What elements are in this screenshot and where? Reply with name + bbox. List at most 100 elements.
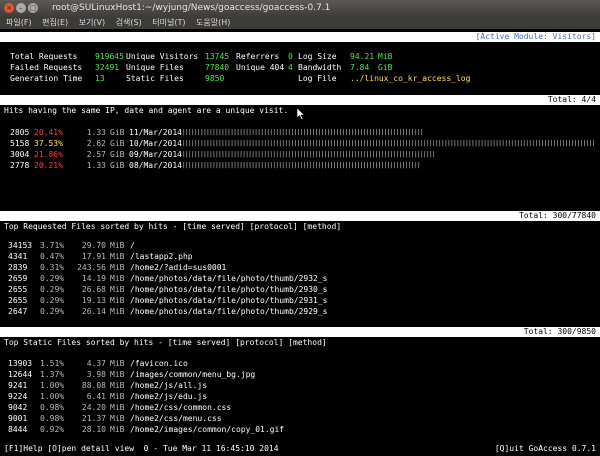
maximize-button[interactable]: □ (28, 3, 38, 13)
referrers-value: 0 (288, 52, 293, 61)
static-path: /home2/css/menu.css (130, 414, 222, 423)
requested-bandwidth: 26.14 (81, 307, 106, 316)
visitor-bandwidth: 2.62 (86, 139, 106, 148)
static-bandwidth-unit: MiB (110, 414, 125, 423)
log-size-label: Log Size (298, 52, 337, 61)
menu-bar: 파일(F) 편집(E) 보기(V) 검색(S) 터미널(T) 도움말(H) (0, 17, 600, 29)
visitors-description: Hits having the same IP, date and agent … (4, 106, 289, 115)
static-hits: 13903 (8, 359, 33, 368)
static-bandwidth-unit: MiB (110, 370, 125, 379)
static-path: /home2/images/common/copy_01.gif (130, 425, 285, 434)
static-row[interactable]: 9224 1.00% 6.41 MiB/home2/js/edu.js (0, 392, 600, 402)
requested-row[interactable]: 2655 0.29% 19.13 MiB/home/photos/data/file/… (0, 296, 600, 306)
static-bandwidth-unit: MiB (110, 392, 125, 401)
dashboard-title: General Dashboard - Overall Analyzed Req… (4, 42, 221, 51)
static-hits: 9042 (8, 403, 28, 412)
requested-bandwidth: 14.19 (81, 274, 106, 283)
menu-help[interactable]: 도움말(H) (196, 18, 230, 27)
static-bandwidth-unit: MiB (110, 381, 125, 390)
requested-path: /home/photos/data/file/photo/thumb/2932_… (130, 274, 328, 283)
static-row[interactable]: 8444 0.92% 28.10 MiB/home2/images/common/co… (0, 425, 600, 435)
visitor-row[interactable]: 3004 21.86% 2.57 GiB 09/Mar/2014 ||||||||||||… (0, 150, 600, 160)
requested-percent: 0.31% (40, 263, 65, 272)
visitor-date: 10/Mar/2014 (129, 139, 182, 148)
visitor-bandwidth: 1.33 (86, 128, 106, 137)
requested-percent: 0.47% (40, 252, 65, 261)
static-bandwidth: 21.37 (81, 414, 106, 423)
static-bandwidth-unit: MiB (110, 425, 125, 434)
static-row[interactable]: 9001 0.98% 21.37 MiB/home2/css/menu.css (0, 414, 600, 424)
terminal-area[interactable]: General Dashboard - Overall Analyzed Req… (0, 29, 600, 456)
visitor-hits: 5158 (10, 139, 30, 148)
static-path: /home2/css/common.css (130, 403, 232, 412)
total-requests-value: 919645 (95, 52, 124, 61)
requested-description: Top Requested Files sorted by hits - [ti… (4, 222, 342, 231)
visitor-row[interactable]: 2805 20.41% 1.33 GiB 11/Mar/2014 ||||||||||||… (0, 128, 600, 138)
visitor-row[interactable]: 5158 37.53% 2.62 GiB 10/Mar/2014 ||||||||||||… (0, 139, 600, 149)
visitors-panel-header[interactable]: 1 - Unique visitors per day - Including … (0, 95, 600, 114)
unique-files-value: 77840 (205, 63, 230, 72)
menu-edit[interactable]: 편집(E) (42, 18, 68, 27)
requested-bandwidth-unit: MiB (110, 296, 125, 305)
visitor-row[interactable]: 2778 20.21% 1.33 GiB 08/Mar/2014 ||||||||||||… (0, 161, 600, 171)
failed-requests-value: 32491 (95, 63, 120, 72)
log-size-unit: MiB (378, 52, 393, 61)
window-title: root@SULinuxHost1:~/wyjung/News/goaccess… (52, 3, 331, 13)
static-bandwidth: 88.08 (81, 381, 106, 390)
requested-percent: 0.29% (40, 307, 65, 316)
static-panel-header[interactable]: 3 - Requested static files (e.g., png, j… (0, 327, 600, 346)
unique-visitors-label: Unique Visitors (126, 52, 199, 61)
static-row[interactable]: 12644 1.37% 3.98 MiB/images/common/menu_bg.… (0, 370, 600, 380)
static-row[interactable]: 9042 0.98% 24.20 MiB/home2/css/common.css (0, 403, 600, 413)
footer-help: [F1]Help [O]pen detail view 0 - Tue Mar … (4, 444, 279, 453)
requested-hits: 2659 (8, 274, 28, 283)
bandwidth-label: Bandwidth (298, 63, 342, 72)
footer-quit: [Q]uit GoAccess 0.7.1 (494, 444, 596, 453)
visitor-bar: ||||||||||||||||||||||||||||||||||||||||… (182, 140, 596, 147)
stats-row-3: Generation Time 13 Static Files 9850 Log… (0, 74, 600, 84)
requested-row[interactable]: 4341 0.47% 17.91 MiB/lastapp2.php (0, 252, 600, 262)
close-button[interactable]: × (4, 3, 14, 13)
menu-view[interactable]: 보기(V) (79, 18, 105, 27)
static-bandwidth: 6.41 (86, 392, 106, 401)
menu-terminal[interactable]: 터미널(T) (152, 18, 185, 27)
static-percent: 1.37% (40, 370, 65, 379)
requested-panel-header[interactable]: 2 - Requested files (Pages-URL) Total: 3… (0, 211, 600, 230)
static-percent: 0.98% (40, 414, 65, 423)
requested-bandwidth-unit: MiB (110, 241, 125, 250)
menu-search[interactable]: 검색(S) (116, 18, 142, 27)
requested-bandwidth: 26.68 (81, 285, 106, 294)
minimize-button[interactable]: – (16, 3, 26, 13)
requested-percent: 0.29% (40, 296, 65, 305)
visitor-bar: ||||||||||||||||||||||||||||||||||||||||… (182, 162, 421, 169)
static-path: /favicon.ico (130, 359, 188, 368)
requested-bandwidth: 243.56 (77, 263, 106, 272)
requested-row[interactable]: 2659 0.29% 14.19 MiB/home/photos/data/file/… (0, 274, 600, 284)
menu-file[interactable]: 파일(F) (6, 18, 32, 27)
requested-bandwidth: 29.70 (81, 241, 106, 250)
static-row[interactable]: 13903 1.51% 4.37 MiB/favicon.ico (0, 359, 600, 369)
static-hits: 9241 (8, 381, 28, 390)
requested-hits: 34153 (8, 241, 33, 250)
requested-percent: 0.29% (40, 274, 65, 283)
visitor-hits: 3004 (10, 150, 30, 159)
visitor-bandwidth: 2.57 (86, 150, 106, 159)
visitor-hits: 2805 (10, 128, 30, 137)
log-file-label: Log File (298, 74, 337, 83)
static-row[interactable]: 9241 1.00% 88.08 MiB/home2/js/all.js (0, 381, 600, 391)
requested-row[interactable]: 2647 0.29% 26.14 MiB/home/photos/data/file/… (0, 307, 600, 317)
log-size-value: 94.21 (350, 52, 375, 61)
visitor-bar: ||||||||||||||||||||||||||||||||||||||||… (182, 129, 424, 136)
requested-percent: 3.71% (40, 241, 65, 250)
requested-row[interactable]: 2839 0.31% 243.56 MiB/home2/?adid=sus0001 (0, 263, 600, 273)
requested-row[interactable]: 2655 0.29% 26.68 MiB/home/photos/data/file/… (0, 285, 600, 295)
static-hits: 9224 (8, 392, 28, 401)
static-hits: 12644 (8, 370, 33, 379)
bandwidth-unit: GiB (378, 63, 393, 72)
requested-row[interactable]: 34153 3.71% 29.70 MiB / (0, 241, 600, 251)
total-requests-label: Total Requests (10, 52, 78, 61)
unique-404-value: 4 (288, 63, 293, 72)
requested-hits: 2839 (8, 263, 28, 272)
requested-hits: 2655 (8, 296, 28, 305)
visitor-bandwidth-unit: GiB (110, 161, 125, 170)
